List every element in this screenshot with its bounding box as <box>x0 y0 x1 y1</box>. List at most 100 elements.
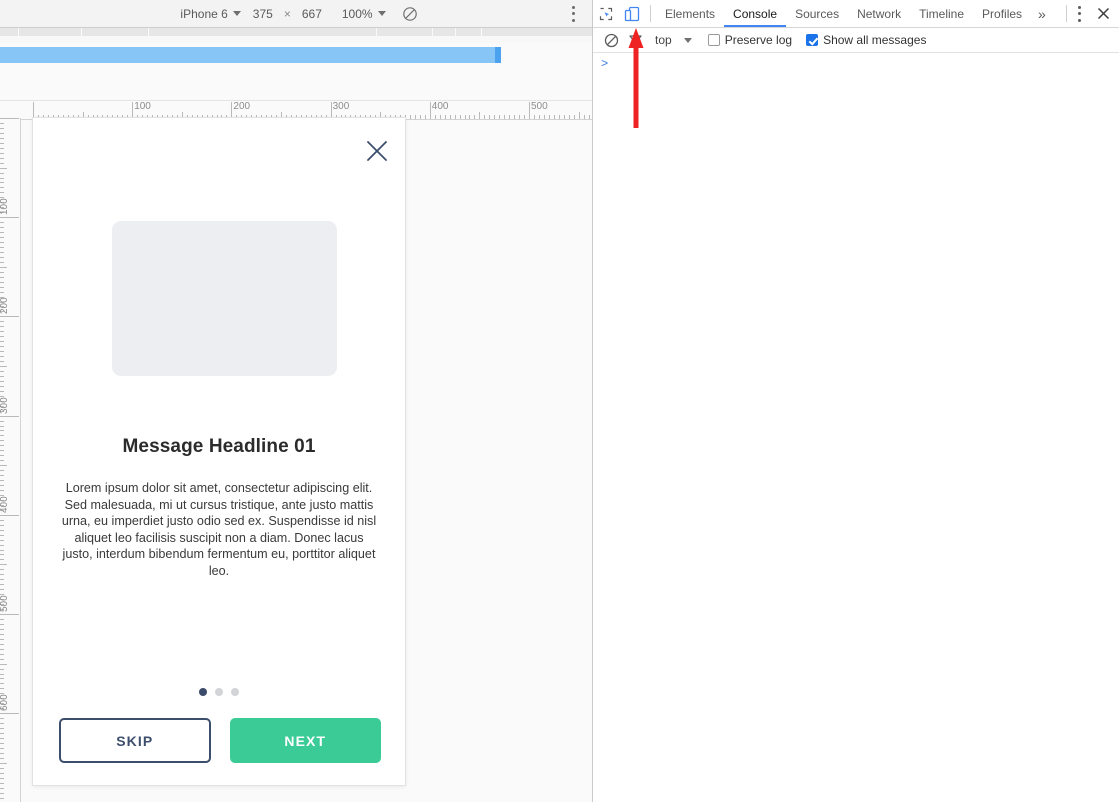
ruler-tick <box>0 152 4 154</box>
ruler-tick <box>0 227 4 229</box>
filter-icon[interactable] <box>623 29 647 51</box>
ruler-tick <box>0 286 4 288</box>
ruler-tick <box>529 102 530 119</box>
ruler-tick <box>0 147 4 149</box>
tab-timeline[interactable]: Timeline <box>910 1 973 27</box>
ruler-tick <box>0 792 4 794</box>
inspect-element-icon[interactable] <box>593 1 619 27</box>
devtools-tab-list: Elements Console Sources Network Timeline Pro… <box>656 1 1053 27</box>
carousel-dot[interactable] <box>215 688 223 696</box>
ruler-tick <box>499 115 501 119</box>
ruler-tick <box>0 797 4 799</box>
ruler-tick <box>514 115 516 119</box>
ruler-tick <box>0 559 4 561</box>
ruler-label: 200 <box>233 101 251 112</box>
toggle-device-toolbar-icon[interactable] <box>619 1 645 27</box>
show-all-messages-label: Show all messages <box>823 33 927 47</box>
more-tabs-button[interactable]: » <box>1031 1 1053 27</box>
ruler-tick <box>0 777 4 779</box>
ruler-tick <box>0 787 4 789</box>
device-height-input[interactable]: 667 <box>296 4 328 24</box>
ruler-tick <box>0 752 4 754</box>
ruler-tick <box>0 584 4 586</box>
close-devtools-icon[interactable] <box>1092 3 1114 25</box>
ruler-tick <box>0 271 4 273</box>
tab-elements[interactable]: Elements <box>656 1 724 27</box>
ruler-tick <box>538 115 540 119</box>
ruler-tick <box>0 351 4 353</box>
viewport-ruler-strip <box>0 28 592 43</box>
tab-network[interactable]: Network <box>848 1 910 27</box>
ruler-tick <box>568 115 570 119</box>
preserve-log-checkbox[interactable]: Preserve log <box>707 33 792 47</box>
devtools-tabbar: Elements Console Sources Network Timeline Pro… <box>593 0 1119 28</box>
carousel-dot[interactable] <box>231 688 239 696</box>
tab-sources[interactable]: Sources <box>786 1 848 27</box>
ruler-tick <box>0 742 4 744</box>
carousel-dot[interactable] <box>199 688 207 696</box>
ruler-tick <box>0 142 4 144</box>
image-placeholder <box>112 221 337 376</box>
device-select[interactable]: iPhone 6 <box>174 4 246 24</box>
ruler-tick <box>474 115 476 119</box>
ruler-tick <box>0 182 4 184</box>
ruler-tick <box>0 137 4 139</box>
preserve-log-checkbox-box[interactable] <box>707 34 720 46</box>
ruler-tick <box>444 115 446 119</box>
chevron-down-icon[interactable] <box>683 37 692 43</box>
ruler-tick <box>0 658 4 660</box>
device-toolbar-menu-icon[interactable] <box>566 5 580 23</box>
ruler-tick <box>0 346 4 348</box>
ruler-tick <box>0 549 4 551</box>
skip-button[interactable]: SKIP <box>59 718 211 763</box>
chevron-down-icon <box>377 11 386 16</box>
ruler-tick <box>519 115 521 119</box>
ruler-tick <box>0 366 7 367</box>
next-button[interactable]: NEXT <box>229 718 381 763</box>
show-all-messages-checkbox[interactable]: Show all messages <box>806 33 926 47</box>
toolbar-divider <box>1066 5 1067 22</box>
zoom-select[interactable]: 100% <box>336 4 392 24</box>
tab-console[interactable]: Console <box>724 1 787 27</box>
console-context-selector[interactable]: top <box>655 33 672 47</box>
ruler-label: 200 <box>0 297 10 315</box>
ruler-tick <box>0 747 4 749</box>
ruler-tick <box>533 115 535 119</box>
ruler-tick <box>0 187 4 189</box>
ruler-tick <box>509 115 511 119</box>
viewport-scrollbar[interactable] <box>0 47 592 63</box>
tab-profiles[interactable]: Profiles <box>973 1 1031 27</box>
ruler-tick <box>558 115 560 119</box>
ruler-label: 600 <box>0 694 10 712</box>
ruler-tick <box>0 177 4 179</box>
viewport-scrollbar-track[interactable] <box>0 47 495 63</box>
device-width-input[interactable]: 375 <box>247 4 279 24</box>
console-output-area[interactable]: > <box>593 53 1119 804</box>
ruler-tick <box>0 782 4 784</box>
ruler-label: 300 <box>0 396 10 414</box>
ruler-tick <box>0 321 4 323</box>
console-toolbar: top Preserve log Show all messages <box>593 28 1119 53</box>
ruler-tick <box>0 733 4 735</box>
chevron-down-icon <box>232 11 241 16</box>
viewport-scrollbar-handle[interactable] <box>495 47 501 63</box>
ruler-tick <box>429 102 431 119</box>
ruler-label: 500 <box>531 101 548 112</box>
ruler-tick <box>330 102 332 119</box>
rotate-device-icon[interactable] <box>402 6 418 22</box>
ruler-tick <box>0 569 4 571</box>
ruler-tick <box>409 115 411 119</box>
clear-console-icon[interactable] <box>599 29 623 51</box>
ruler-tick <box>0 728 4 730</box>
close-icon[interactable] <box>361 135 393 167</box>
ruler-tick <box>0 256 4 258</box>
device-select-label: iPhone 6 <box>180 6 228 21</box>
ruler-tick <box>0 246 4 248</box>
ruler-tick <box>0 772 4 774</box>
ruler-tick <box>0 762 7 764</box>
ruler-tick <box>0 316 19 318</box>
console-prompt[interactable]: > <box>601 57 608 71</box>
show-all-messages-checkbox-box[interactable] <box>806 34 819 46</box>
ruler-tick <box>0 132 4 134</box>
more-tools-icon[interactable] <box>1072 5 1086 23</box>
